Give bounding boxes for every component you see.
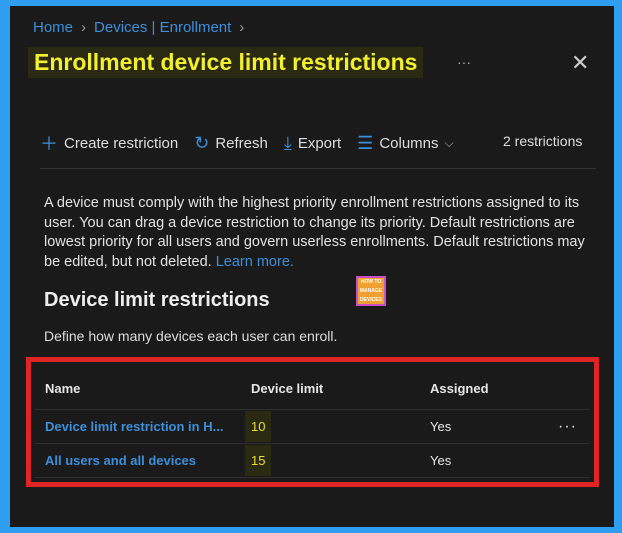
chevron-right-icon: › <box>81 19 87 36</box>
row-name-link[interactable]: Device limit restriction in H... <box>45 419 223 434</box>
restrictions-table: Name Device limit Assigned Device limit … <box>26 357 599 487</box>
columns-label: Columns <box>379 134 439 152</box>
description: A device must comply with the highest pr… <box>44 194 604 272</box>
refresh-icon: ↻ <box>194 132 210 153</box>
breadcrumb-devices-enrollment[interactable]: Devices | Enrollment <box>94 19 231 36</box>
table-row[interactable]: Device limit restriction in H... 10 Yes … <box>35 410 590 444</box>
breadcrumb: Home › Devices | Enrollment › <box>33 19 244 36</box>
table-header: Name Device limit Assigned <box>35 368 590 410</box>
row-device-limit: 10 <box>245 411 272 442</box>
watermark-logo: HOW TO MANAGE DEVICES <box>356 276 386 306</box>
toolbar: ＋ Create restriction ↻ Refresh ⤓ Export ☰ Co… <box>40 130 470 156</box>
row-device-limit: 15 <box>245 445 272 476</box>
row-name-link[interactable]: All users and all devices <box>45 453 196 468</box>
row-more-icon[interactable]: ··· <box>558 418 577 436</box>
export-button[interactable]: ⤓ Export <box>284 133 341 154</box>
divider <box>40 168 596 169</box>
chevron-right-icon: › <box>239 19 245 36</box>
blade-panel: Home › Devices | Enrollment › Enrollment d… <box>10 6 614 527</box>
refresh-label: Refresh <box>215 134 268 152</box>
breadcrumb-home[interactable]: Home <box>33 19 73 36</box>
learn-more-link[interactable]: Learn more. <box>216 254 294 270</box>
download-icon: ⤓ <box>283 132 292 153</box>
table-row[interactable]: All users and all devices 15 Yes <box>35 444 590 478</box>
header-name[interactable]: Name <box>45 381 80 396</box>
chevron-down-icon: ⌵ <box>444 135 454 150</box>
refresh-button[interactable]: ↻ Refresh <box>194 133 268 154</box>
section-subtitle: Define how many devices each user can en… <box>44 328 338 344</box>
page-title: Enrollment device limit restrictions <box>28 47 424 78</box>
create-restriction-button[interactable]: ＋ Create restriction <box>40 130 178 156</box>
more-options-icon[interactable]: ··· <box>457 54 471 70</box>
close-icon[interactable]: ✕ <box>571 50 589 76</box>
export-label: Export <box>297 134 342 152</box>
create-label: Create restriction <box>64 134 179 152</box>
description-text: A device must comply with the highest pr… <box>44 195 585 270</box>
header-assigned[interactable]: Assigned <box>430 381 489 396</box>
plus-icon: ＋ <box>40 134 58 154</box>
columns-button[interactable]: ☰ Columns ⌵ <box>357 133 453 154</box>
restriction-count: 2 restrictions <box>503 133 583 149</box>
header-device-limit[interactable]: Device limit <box>251 381 323 396</box>
section-title: Device limit restrictions <box>44 289 270 311</box>
row-assigned: Yes <box>430 419 452 434</box>
row-assigned: Yes <box>430 453 452 468</box>
columns-icon: ☰ <box>357 132 374 153</box>
